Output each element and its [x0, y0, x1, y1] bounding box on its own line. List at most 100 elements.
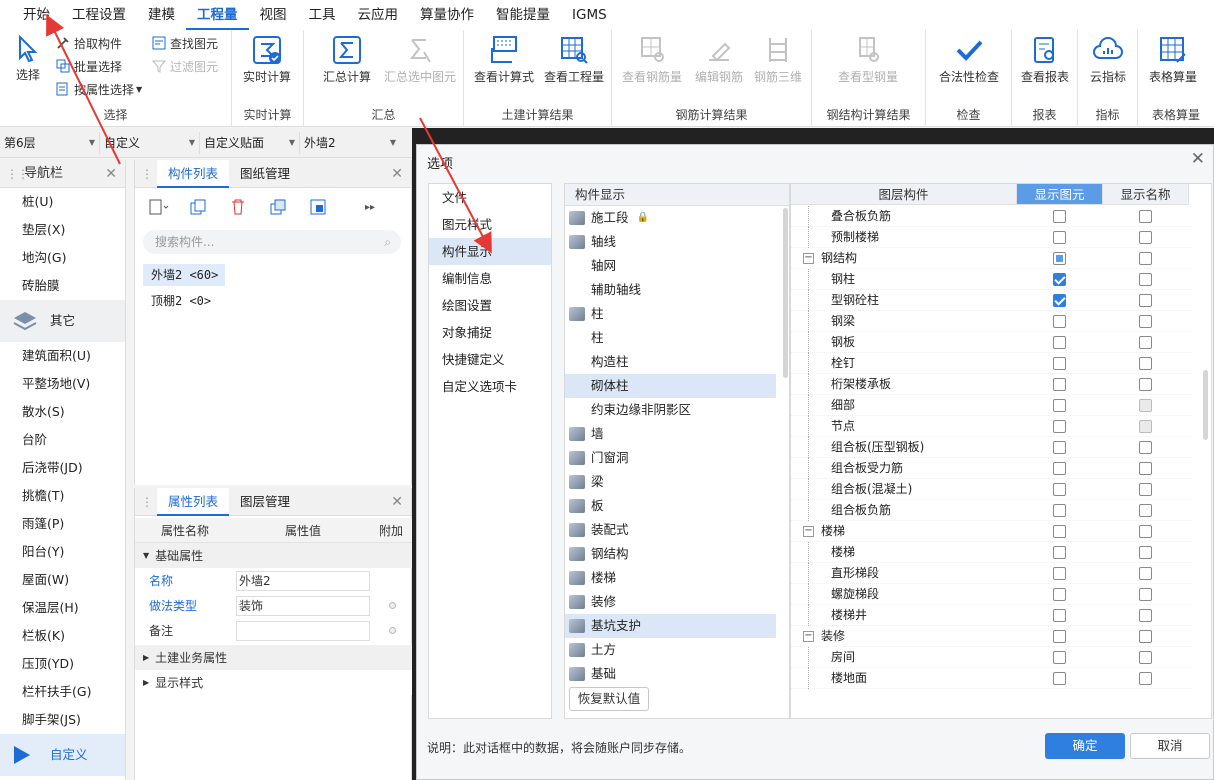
show-name-checkbox[interactable]: [1139, 273, 1152, 286]
select-button[interactable]: 选择: [0, 30, 56, 98]
options-nav-item[interactable]: 绘图设置: [429, 292, 551, 319]
edit-rebar-button[interactable]: 编辑钢筋: [684, 30, 754, 98]
header-show-element[interactable]: 显示图元: [1017, 184, 1103, 205]
menu-item-8[interactable]: 智能提量: [485, 0, 561, 30]
show-element-checkbox[interactable]: [1053, 504, 1066, 517]
nav-item[interactable]: 挑檐(T): [0, 482, 125, 510]
show-name-checkbox[interactable]: [1139, 504, 1152, 517]
show-element-checkbox[interactable]: [1053, 609, 1066, 622]
options-nav-item[interactable]: 快捷键定义: [429, 346, 551, 373]
import-component-button[interactable]: [305, 196, 331, 218]
ok-button[interactable]: 确定: [1045, 733, 1125, 759]
show-name-checkbox[interactable]: [1139, 483, 1152, 496]
component-item[interactable]: 顶棚2 <0>: [143, 290, 403, 312]
nav-item[interactable]: 建筑面积(U): [0, 342, 125, 370]
show-element-checkbox[interactable]: [1053, 399, 1066, 412]
show-element-checkbox[interactable]: [1053, 420, 1066, 433]
show-element-checkbox[interactable]: [1053, 525, 1066, 538]
nav-item[interactable]: 脚手架(JS): [0, 706, 125, 734]
close-icon[interactable]: ✕: [391, 488, 403, 516]
show-element-checkbox[interactable]: [1053, 567, 1066, 580]
menu-item-3[interactable]: 工程量: [186, 0, 249, 30]
show-name-checkbox[interactable]: [1139, 399, 1152, 412]
tree-node[interactable]: 轴线: [565, 230, 776, 254]
show-element-checkbox[interactable]: [1053, 273, 1066, 286]
nav-item[interactable]: 后浇带(JD): [0, 454, 125, 482]
nav-item[interactable]: 屋面(W): [0, 566, 125, 594]
nav-item[interactable]: 地沟(G): [0, 244, 125, 272]
tree-node[interactable]: 砌体柱: [565, 374, 776, 398]
collapse-icon[interactable]: −: [803, 253, 814, 264]
tree-node[interactable]: 装配式: [565, 518, 776, 542]
tree-node[interactable]: 柱: [565, 302, 776, 326]
menu-item-0[interactable]: 开始: [12, 0, 61, 30]
options-nav-item[interactable]: 编制信息: [429, 265, 551, 292]
select-by-attr-button[interactable]: 按属性选择 ▼: [56, 78, 142, 100]
tab-drawing-management[interactable]: 图纸管理: [229, 160, 301, 188]
menu-item-1[interactable]: 工程设置: [61, 0, 137, 30]
group-civil[interactable]: ▶ 土建业务属性: [135, 645, 413, 670]
nav-item[interactable]: 砖胎膜: [0, 272, 125, 300]
filter-element-button[interactable]: 过滤图元: [152, 55, 218, 77]
collapse-icon[interactable]: −: [803, 526, 814, 537]
show-name-checkbox[interactable]: [1139, 210, 1152, 223]
show-element-checkbox[interactable]: [1053, 315, 1066, 328]
menu-item-5[interactable]: 工具: [298, 0, 347, 30]
category-select[interactable]: 自定义 ▼: [100, 132, 200, 154]
component-search-input[interactable]: 搜索构件... ⌕: [143, 230, 401, 254]
type-select[interactable]: 自定义贴面 ▼: [200, 132, 300, 154]
show-element-checkbox[interactable]: [1053, 357, 1066, 370]
options-nav-item[interactable]: 自定义选项卡: [429, 373, 551, 400]
tree-node[interactable]: 轴网: [565, 254, 776, 278]
show-element-checkbox[interactable]: [1053, 483, 1066, 496]
view-quantity-button[interactable]: 查看工程量: [538, 30, 610, 98]
new-component-button[interactable]: [145, 196, 171, 218]
copy-component-button[interactable]: [185, 196, 211, 218]
options-nav-item[interactable]: 对象捕捉: [429, 319, 551, 346]
nav-item[interactable]: 栏杆扶手(G): [0, 678, 125, 706]
tree-node[interactable]: 土方: [565, 638, 776, 662]
show-name-checkbox[interactable]: [1139, 315, 1152, 328]
view-steel-button[interactable]: 查看型钢量: [828, 30, 908, 98]
table-quantity-button[interactable]: 表格算量: [1138, 30, 1208, 98]
more-button[interactable]: ▸▸: [357, 196, 383, 218]
show-element-checkbox[interactable]: [1053, 252, 1066, 265]
tree-node[interactable]: 基坑支护: [565, 614, 776, 638]
tree-node[interactable]: 梁: [565, 470, 776, 494]
summary-selected-button[interactable]: 汇总选中图元: [380, 30, 460, 98]
batch-select-button[interactable]: 批量选择: [56, 55, 122, 77]
tree-node[interactable]: 门窗洞: [565, 446, 776, 470]
attach-radio[interactable]: [389, 627, 396, 634]
nav-item[interactable]: 栏板(K): [0, 622, 125, 650]
show-element-checkbox[interactable]: [1053, 672, 1066, 685]
show-element-checkbox[interactable]: [1053, 441, 1066, 454]
property-value-input[interactable]: [236, 620, 370, 641]
view-report-button[interactable]: 查看报表: [1012, 30, 1078, 98]
show-name-checkbox[interactable]: [1139, 231, 1152, 244]
show-element-checkbox[interactable]: [1053, 462, 1066, 475]
close-icon[interactable]: ✕: [391, 160, 403, 188]
close-icon[interactable]: ✕: [105, 160, 117, 188]
tree-node[interactable]: 施工段 🔒: [565, 206, 776, 230]
nav-item[interactable]: 雨篷(P): [0, 510, 125, 538]
cancel-button[interactable]: 取消: [1130, 733, 1210, 759]
show-name-checkbox[interactable]: [1139, 441, 1152, 454]
show-name-checkbox[interactable]: [1139, 252, 1152, 265]
show-element-checkbox[interactable]: [1053, 651, 1066, 664]
show-element-checkbox[interactable]: [1053, 210, 1066, 223]
show-name-checkbox[interactable]: [1139, 672, 1152, 685]
realtime-calc-button[interactable]: 实时计算: [232, 30, 302, 98]
layer-scrollbar[interactable]: [1203, 370, 1208, 440]
component-select[interactable]: 外墙2 ▼: [300, 132, 400, 154]
tree-node[interactable]: 柱: [565, 326, 776, 350]
tree-node[interactable]: 板: [565, 494, 776, 518]
show-name-checkbox[interactable]: [1139, 378, 1152, 391]
summary-calc-button[interactable]: 汇总计算: [312, 30, 382, 98]
floor-select[interactable]: 第6层 ▼: [0, 132, 100, 154]
view-formula-button[interactable]: 查看计算式: [468, 30, 540, 98]
rebar-3d-button[interactable]: 钢筋三维: [746, 30, 810, 98]
show-name-checkbox[interactable]: [1139, 609, 1152, 622]
show-element-checkbox[interactable]: [1053, 546, 1066, 559]
nav-item[interactable]: 台阶: [0, 426, 125, 454]
tree-node[interactable]: 约束边缘非阴影区: [565, 398, 776, 422]
